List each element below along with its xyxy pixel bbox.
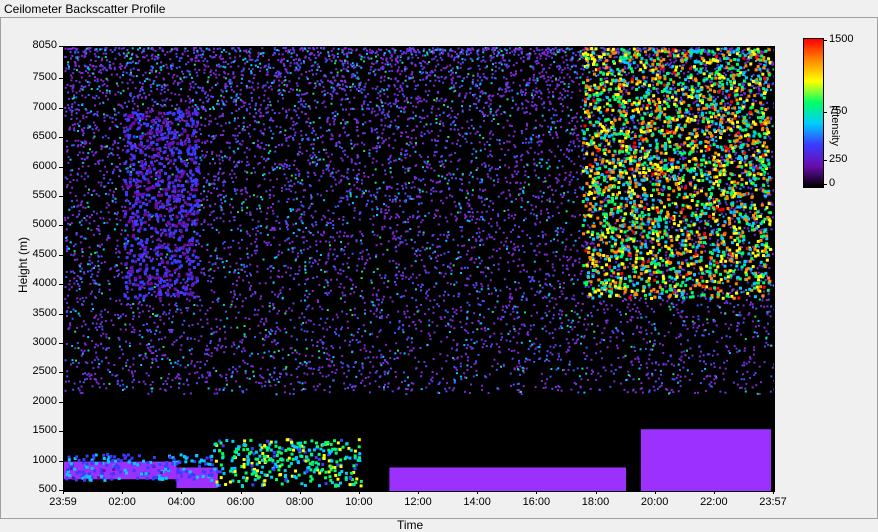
colorbar-tick-mark xyxy=(823,40,827,41)
y-tick-label: 500 xyxy=(9,483,57,495)
x-tick-label: 10:00 xyxy=(339,496,379,508)
y-tick-label: 1000 xyxy=(9,454,57,466)
y-tick-label: 2000 xyxy=(9,395,57,407)
y-tick-label: 5500 xyxy=(9,189,57,201)
x-axis-label: Time xyxy=(397,518,423,532)
colorbar-label: Intensity xyxy=(829,105,841,175)
heatmap-plot[interactable] xyxy=(63,46,775,492)
y-tick-label: 7500 xyxy=(9,71,57,83)
y-tick-label: 3000 xyxy=(9,336,57,348)
y-tick-label: 3500 xyxy=(9,307,57,319)
chart-panel: Height (m) 80507500700065006000550050004… xyxy=(0,17,878,519)
colorbar[interactable] xyxy=(803,38,824,188)
window-title: Ceilometer Backscatter Profile xyxy=(4,2,165,16)
y-tick-label: 6000 xyxy=(9,160,57,172)
low-purple-fill xyxy=(641,429,771,491)
feature-1 xyxy=(213,438,363,488)
y-tick-label: 4000 xyxy=(9,277,57,289)
colorbar-tick-mark xyxy=(823,112,827,113)
x-tick-label: 14:00 xyxy=(457,496,497,508)
feature-2 xyxy=(123,109,200,300)
x-tick-label: 16:00 xyxy=(516,496,556,508)
colorbar-tick-mark xyxy=(823,184,827,185)
y-tick-label: 6500 xyxy=(9,130,57,142)
y-tick-label: 4500 xyxy=(9,248,57,260)
x-tick-label: 18:00 xyxy=(576,496,616,508)
x-tick-label: 06:00 xyxy=(221,496,261,508)
heatmap-canvas xyxy=(64,47,774,491)
x-tick-label: 12:00 xyxy=(398,496,438,508)
x-tick-label: 23:57 xyxy=(753,496,793,508)
x-tick-label: 23:59 xyxy=(43,496,83,508)
colorbar-tick-label: 0 xyxy=(829,177,835,189)
x-tick-label: 08:00 xyxy=(280,496,320,508)
y-tick-label: 7000 xyxy=(9,101,57,113)
x-tick-label: 04:00 xyxy=(161,496,201,508)
x-tick-label: 02:00 xyxy=(102,496,142,508)
colorbar-tick-mark xyxy=(823,160,827,161)
y-tick-label: 1500 xyxy=(9,424,57,436)
low-purple-fill xyxy=(389,467,626,491)
y-tick-label: 2500 xyxy=(9,365,57,377)
y-tick-label: 8050 xyxy=(9,39,57,51)
x-tick-label: 22:00 xyxy=(694,496,734,508)
y-tick-label: 5000 xyxy=(9,218,57,230)
colorbar-tick-label: 1500 xyxy=(829,33,853,45)
x-tick-label: 20:00 xyxy=(635,496,675,508)
